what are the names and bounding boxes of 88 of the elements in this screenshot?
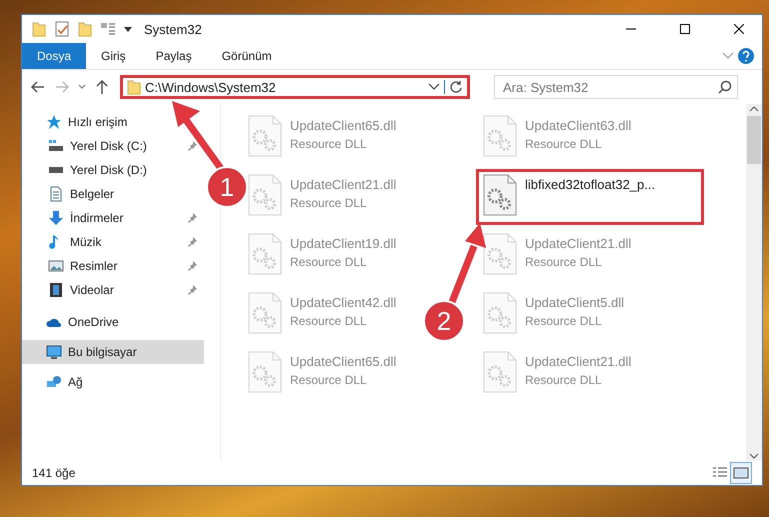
- large-icons-view-button[interactable]: [730, 462, 752, 484]
- file-gear-icon: [483, 115, 517, 157]
- sidebar-item[interactable]: OneDrive: [22, 310, 204, 334]
- chevron-down-icon: [722, 52, 734, 60]
- file-type: Resource DLL: [290, 373, 368, 387]
- drive-icon: [48, 167, 64, 173]
- sidebar-item[interactable]: Belgeler: [22, 182, 204, 206]
- file-name: UpdateClient21.dll: [290, 177, 396, 192]
- network-icon: [46, 374, 62, 390]
- file-type: Resource DLL: [290, 255, 368, 269]
- file-gear-icon: [248, 292, 282, 334]
- scrollbar[interactable]: [746, 104, 762, 461]
- sidebar-item[interactable]: Müzik: [22, 230, 204, 254]
- ribbon-tab[interactable]: Giriş: [86, 43, 141, 69]
- chevron-down-icon: [78, 84, 86, 90]
- forward-arrow-icon: [54, 79, 70, 95]
- back-arrow-icon: [30, 79, 46, 95]
- download-arrow-icon: [48, 210, 64, 226]
- file-type: Resource DLL: [525, 373, 603, 387]
- file-gear-icon: [248, 233, 282, 275]
- close-icon: [734, 24, 744, 34]
- file-gear-icon: [483, 292, 517, 334]
- sidebar-item[interactable]: Ağ: [22, 370, 204, 394]
- star-icon: [46, 114, 62, 130]
- chevron-down-icon: [428, 83, 440, 91]
- sidebar-item[interactable]: İndirmeler: [22, 206, 204, 230]
- film-icon: [48, 282, 64, 298]
- refresh-icon: [449, 80, 463, 94]
- dropdown-arrow-icon: [124, 25, 132, 33]
- help-icon: [738, 48, 754, 64]
- picture-icon: [48, 258, 64, 274]
- file-item[interactable]: libfixed32tofloat32_p...: [476, 169, 704, 225]
- document-icon: [48, 186, 64, 202]
- ribbon-tab[interactable]: Paylaş: [140, 43, 207, 69]
- folder-icon: [32, 21, 46, 37]
- monitor-icon: [46, 344, 62, 360]
- file-name: UpdateClient5.dll: [525, 295, 624, 310]
- pin-icon: [186, 284, 198, 296]
- sidebar-item[interactable]: Yerel Disk (D:): [22, 158, 204, 182]
- item-count: 141 öğe: [32, 466, 76, 480]
- properties-icon: [100, 21, 116, 37]
- checklist-icon: [54, 21, 70, 37]
- search-icon: [718, 80, 732, 94]
- file-gear-icon: [483, 174, 517, 216]
- file-gear-icon: [248, 351, 282, 393]
- folder-icon: [127, 79, 141, 95]
- sidebar-item[interactable]: Hızlı erişim: [22, 110, 204, 134]
- maximize-icon: [680, 24, 690, 34]
- file-name: UpdateClient65.dll: [290, 354, 396, 369]
- sidebar-item[interactable]: Resimler: [22, 254, 204, 278]
- file-gear-icon: [248, 174, 282, 216]
- scroll-down-icon: [749, 451, 759, 461]
- file-gear-icon: [483, 233, 517, 275]
- file-type: Resource DLL: [290, 314, 368, 328]
- pin-icon: [186, 236, 198, 248]
- callout-number-badge: 1: [206, 166, 248, 208]
- file-name: UpdateClient42.dll: [290, 295, 396, 310]
- pin-icon: [186, 260, 198, 272]
- file-name: UpdateClient21.dll: [525, 236, 632, 251]
- file-type: Resource DLL: [525, 314, 603, 328]
- window-title: System32: [144, 22, 203, 36]
- pin-icon: [186, 212, 198, 224]
- file-type: Resource DLL: [525, 137, 603, 151]
- file-type: Resource DLL: [290, 137, 368, 151]
- file-name: UpdateClient65.dll: [290, 118, 396, 133]
- file-name: UpdateClient19.dll: [290, 236, 396, 251]
- callout-number-badge: 2: [423, 300, 465, 342]
- file-type: Resource DLL: [290, 196, 368, 210]
- sidebar-item[interactable]: Yerel Disk (C:): [22, 134, 204, 158]
- address-bar[interactable]: C:\Windows\System32: [120, 75, 470, 99]
- up-arrow-icon: [94, 79, 110, 95]
- folder-icon: [78, 21, 92, 37]
- ribbon-tab[interactable]: Dosya: [22, 43, 86, 69]
- ribbon-tab[interactable]: Görünüm: [206, 43, 287, 69]
- scroll-up-icon: [749, 104, 759, 114]
- file-gear-icon: [483, 351, 517, 393]
- search-field[interactable]: Ara: System32: [494, 75, 738, 99]
- sidebar-item[interactable]: Videolar: [22, 278, 204, 302]
- sidebar-item[interactable]: Bu bilgisayar: [22, 340, 204, 364]
- file-name: libfixed32tofloat32_p...: [525, 177, 656, 192]
- scrollbar-thumb[interactable]: [747, 116, 761, 164]
- file-name: UpdateClient21.dll: [525, 354, 632, 369]
- picture-icon: [733, 465, 749, 481]
- file-type: Resource DLL: [525, 255, 603, 269]
- file-name: UpdateClient63.dll: [525, 118, 632, 133]
- drive-icon: [48, 138, 64, 154]
- file-gear-icon: [248, 115, 282, 157]
- pin-icon: [186, 140, 198, 152]
